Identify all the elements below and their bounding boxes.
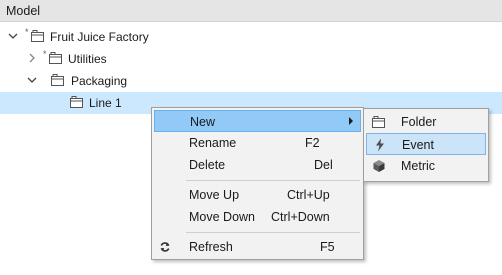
menu-item-delete[interactable]: Delete Del [154,154,361,176]
node-icon [51,74,64,86]
tree-node-label: Packaging [71,74,128,88]
menu-item-label: New [190,115,216,129]
context-menu: New Rename F2 Delete Del Move Up Ctrl+Up… [151,107,364,260]
menu-item-shortcut: Ctrl+Up [287,188,330,202]
modified-marker: * [25,27,29,37]
folder-icon [372,116,385,128]
menu-item-rename[interactable]: Rename F2 [154,132,361,154]
modified-marker: * [43,49,47,59]
menu-item-shortcut: F2 [305,136,320,150]
refresh-icon [160,242,170,252]
menu-item-shortcut: Ctrl+Down [271,210,330,224]
menu-item-shortcut: F5 [320,240,335,254]
node-icon [70,96,83,108]
tree-node-label: Fruit Juice Factory [50,30,149,44]
cube-icon [373,160,385,172]
menu-item-label: Move Down [189,210,255,224]
tree-node-label: Line 1 [89,96,122,110]
menu-separator [186,232,360,233]
node-icon [31,30,44,42]
submenu-item-event[interactable]: Event [366,133,486,155]
submenu-item-metric[interactable]: Metric [366,155,486,177]
menu-item-label: Delete [189,158,226,172]
tree-node-utilities[interactable]: * Utilities [0,48,502,70]
submenu-item-label: Event [402,138,434,152]
lightning-icon [376,138,384,152]
menu-item-label: Refresh [189,240,233,254]
submenu-item-folder[interactable]: Folder [366,111,486,133]
submenu-item-label: Metric [401,159,436,173]
menu-item-move-up[interactable]: Move Up Ctrl+Up [154,184,361,206]
tree-node-fruit-juice-factory[interactable]: * Fruit Juice Factory [0,26,502,48]
menu-item-move-down[interactable]: Move Down Ctrl+Down [154,206,361,228]
chevron-down-icon[interactable] [26,74,38,86]
submenu-arrow-icon [349,117,353,125]
menu-item-shortcut: Del [314,158,333,172]
submenu-item-label: Folder [401,115,437,129]
menu-item-new[interactable]: New [154,110,361,132]
chevron-right-icon[interactable] [26,52,38,64]
menu-item-refresh[interactable]: Refresh F5 [154,236,361,258]
menu-separator [186,180,360,181]
panel-title: Model [6,4,41,18]
node-icon [49,52,62,64]
tree-node-label: Utilities [68,52,107,66]
menu-item-label: Move Up [189,188,240,202]
model-panel-header: Model [0,0,502,22]
chevron-down-icon[interactable] [7,30,19,42]
menu-item-label: Rename [189,136,237,150]
tree-node-packaging[interactable]: Packaging [0,70,502,92]
new-submenu: Folder Event Metric [363,108,489,182]
